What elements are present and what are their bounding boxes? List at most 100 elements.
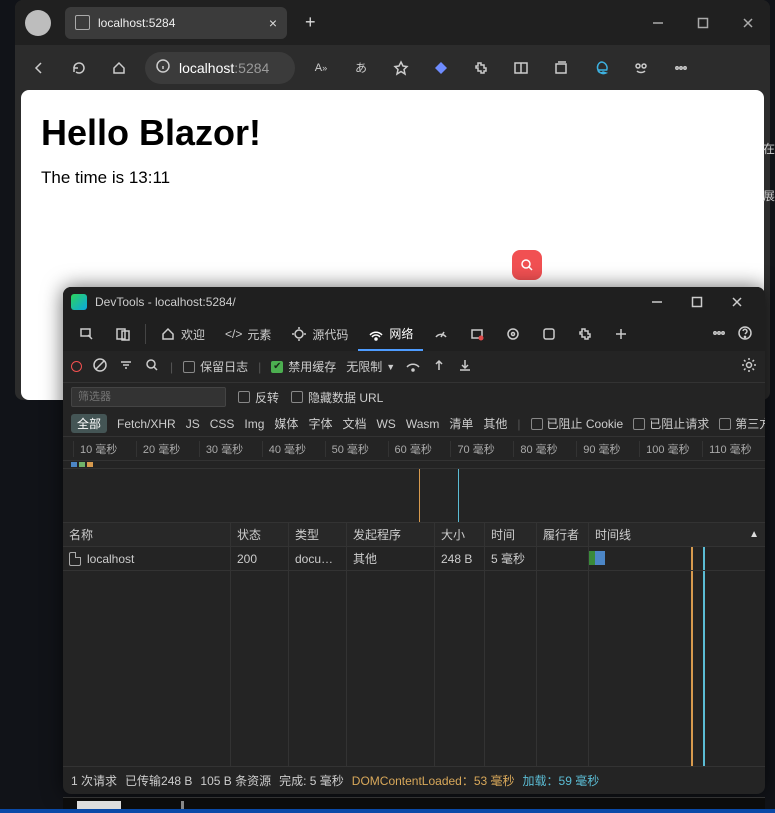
- network-timeline-ruler[interactable]: 10 毫秒20 毫秒30 毫秒40 毫秒50 毫秒60 毫秒70 毫秒80 毫秒…: [63, 437, 765, 461]
- tab-detached[interactable]: [531, 317, 567, 351]
- page-heading: Hello Blazor!: [41, 112, 744, 154]
- favorites-icon[interactable]: [383, 50, 419, 86]
- type-ws[interactable]: WS: [376, 417, 395, 431]
- tab-close-icon[interactable]: ×: [269, 15, 277, 31]
- col-initiator[interactable]: 发起程序: [347, 523, 435, 546]
- device-toolbar-icon[interactable]: [105, 317, 141, 351]
- close-button[interactable]: [725, 0, 770, 45]
- devtools-titlebar[interactable]: DevTools - localhost:5284/: [63, 287, 765, 317]
- timeline-tick: 90 毫秒: [576, 441, 639, 457]
- row-time: 5 毫秒: [485, 547, 537, 570]
- extension-icon-1[interactable]: [423, 50, 459, 86]
- blocked-requests-checkbox[interactable]: 已阻止请求: [633, 415, 709, 432]
- network-table-row[interactable]: localhost 200 docu… 其他 248 B 5 毫秒: [63, 547, 765, 571]
- devtools-help-icon[interactable]: [737, 325, 753, 344]
- network-conditions-icon[interactable]: [405, 357, 421, 376]
- col-status[interactable]: 状态: [231, 523, 289, 546]
- col-type[interactable]: 类型: [289, 523, 347, 546]
- tab-network[interactable]: 网络: [358, 317, 423, 351]
- timeline-tick: 50 毫秒: [325, 441, 388, 457]
- devtools-window: DevTools - localhost:5284/ 欢迎 </>元素 源代码 …: [63, 287, 765, 794]
- type-doc[interactable]: 文档: [342, 415, 366, 432]
- back-button[interactable]: [21, 50, 57, 86]
- devtools-app-icon: [71, 294, 87, 310]
- type-other[interactable]: 其他: [483, 415, 507, 432]
- tab-performance[interactable]: [423, 317, 459, 351]
- status-dcl: DOMContentLoaded：53 毫秒: [352, 772, 515, 789]
- type-manifest[interactable]: 清单: [449, 415, 473, 432]
- home-button[interactable]: [101, 50, 137, 86]
- browser-titlebar[interactable]: localhost:5284 × +: [15, 0, 770, 45]
- window-controls: [635, 0, 770, 45]
- network-timeline-overview[interactable]: [63, 461, 765, 469]
- preserve-log-checkbox[interactable]: 保留日志: [183, 358, 248, 375]
- timeline-tick: 70 毫秒: [450, 441, 513, 457]
- tab-sources[interactable]: 源代码: [281, 317, 358, 351]
- filter-input[interactable]: [71, 387, 226, 407]
- type-img[interactable]: Img: [244, 417, 264, 431]
- maximize-button[interactable]: [680, 0, 725, 45]
- row-status: 200: [231, 547, 289, 570]
- invert-checkbox[interactable]: 反转: [238, 389, 279, 406]
- clear-button[interactable]: [92, 357, 108, 376]
- tab-welcome[interactable]: 欢迎: [150, 317, 215, 351]
- col-name[interactable]: 名称: [63, 523, 231, 546]
- record-button[interactable]: [71, 361, 82, 372]
- filter-toggle-icon[interactable]: [118, 357, 134, 376]
- tab-add[interactable]: [603, 317, 639, 351]
- col-fulfilled[interactable]: 履行者: [537, 523, 589, 546]
- browser-tab[interactable]: localhost:5284 ×: [65, 7, 287, 39]
- tab-extensions[interactable]: [567, 317, 603, 351]
- devtools-minimize-button[interactable]: [637, 288, 677, 316]
- type-font[interactable]: 字体: [308, 415, 332, 432]
- site-info-icon[interactable]: [155, 58, 171, 77]
- refresh-button[interactable]: [61, 50, 97, 86]
- type-media[interactable]: 媒体: [274, 415, 298, 432]
- type-fetch[interactable]: Fetch/XHR: [117, 417, 176, 431]
- timeline-tick: 10 毫秒: [73, 441, 136, 457]
- network-table-body: [63, 571, 765, 766]
- more-menu-icon[interactable]: [663, 50, 699, 86]
- export-har-icon[interactable]: [457, 357, 473, 376]
- devtools-maximize-button[interactable]: [677, 288, 717, 316]
- read-aloud-icon[interactable]: A»: [303, 50, 339, 86]
- type-wasm[interactable]: Wasm: [406, 417, 440, 431]
- minimize-button[interactable]: [635, 0, 680, 45]
- tab-memory[interactable]: [459, 317, 495, 351]
- network-table-header[interactable]: 名称 状态 类型 发起程序 大小 时间 履行者 时间线▲: [63, 523, 765, 547]
- inspect-element-icon[interactable]: [69, 317, 105, 351]
- devtools-close-button[interactable]: [717, 288, 757, 316]
- hide-data-urls-checkbox[interactable]: 隐藏数据 URL: [291, 389, 383, 406]
- new-tab-button[interactable]: +: [297, 8, 324, 37]
- disable-cache-checkbox[interactable]: ✔禁用缓存: [271, 358, 336, 375]
- address-bar[interactable]: localhost:5284: [145, 52, 295, 84]
- profile-avatar[interactable]: [25, 10, 51, 36]
- type-all[interactable]: 全部: [71, 414, 107, 433]
- document-icon: [69, 552, 81, 566]
- row-name: localhost: [87, 552, 134, 566]
- search-icon[interactable]: [144, 357, 160, 376]
- extension-icon-2[interactable]: [623, 50, 659, 86]
- extensions-icon[interactable]: [463, 50, 499, 86]
- type-js[interactable]: JS: [186, 417, 200, 431]
- translate-icon[interactable]: あ: [343, 50, 379, 86]
- blocked-cookies-checkbox[interactable]: 已阻止 Cookie: [531, 415, 624, 432]
- tab-application[interactable]: [495, 317, 531, 351]
- row-initiator: 其他: [347, 547, 435, 570]
- network-settings-icon[interactable]: [741, 357, 757, 376]
- col-time[interactable]: 时间: [485, 523, 537, 546]
- sidebar-icon[interactable]: [503, 50, 539, 86]
- col-size[interactable]: 大小: [435, 523, 485, 546]
- col-waterfall[interactable]: 时间线▲: [589, 523, 765, 546]
- browser-toolbar: localhost:5284 A» あ: [15, 45, 770, 90]
- devtools-title: DevTools - localhost:5284/: [95, 295, 236, 309]
- third-party-checkbox[interactable]: 第三方请求: [719, 415, 765, 432]
- import-har-icon[interactable]: [431, 357, 447, 376]
- ie-mode-icon[interactable]: [583, 50, 619, 86]
- collections-icon[interactable]: [543, 50, 579, 86]
- throttling-dropdown[interactable]: 无限制▼: [346, 358, 395, 375]
- devtools-more-icon[interactable]: [711, 325, 727, 344]
- type-css[interactable]: CSS: [210, 417, 235, 431]
- floating-search-button[interactable]: [512, 250, 542, 280]
- tab-elements[interactable]: </>元素: [215, 317, 281, 351]
